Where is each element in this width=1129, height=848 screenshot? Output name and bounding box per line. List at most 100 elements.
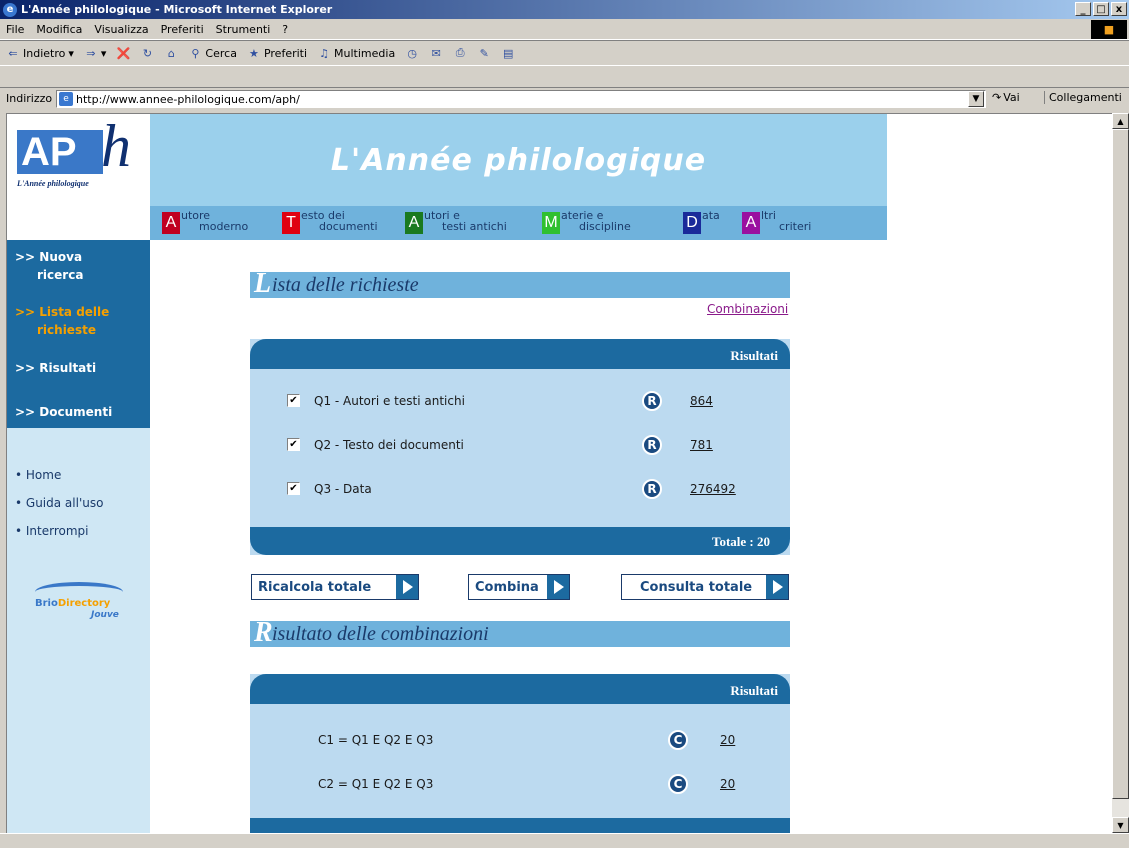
back-button[interactable]: ⇐ Indietro ▾ [6, 46, 74, 60]
stop-icon[interactable]: ❌ [116, 46, 131, 60]
button-label: Combina [475, 579, 539, 595]
media-icon: ♫ [319, 46, 329, 60]
menu-edit[interactable]: Modifica [36, 23, 82, 36]
nav-letter: A [742, 212, 760, 234]
combination-label: C2 = Q1 E Q2 E Q3 [318, 777, 434, 791]
nav-subjects[interactable]: M aterie e discipline [542, 210, 631, 236]
address-bar: Indirizzo e http://www.annee-philologiqu… [0, 87, 1129, 109]
results-header: Risultati [250, 674, 790, 704]
refine-icon[interactable]: R [642, 391, 662, 411]
forward-arrow-icon: ⇒ [86, 46, 96, 60]
total-footer: Totale : 20 [250, 527, 790, 555]
discuss-icon[interactable]: ▤ [501, 46, 515, 60]
banner-title: L'Année philologique [330, 142, 707, 178]
request-checkbox[interactable]: ✔ [287, 438, 300, 451]
address-input[interactable]: e http://www.annee-philologique.com/aph/ [56, 90, 986, 108]
go-button[interactable]: ↷ Vai [992, 91, 1020, 104]
request-count-link[interactable]: 276492 [690, 482, 736, 496]
nav-letter: D [683, 212, 701, 234]
nav-line2: moderno [199, 220, 249, 233]
menu-view[interactable]: Visualizza [94, 23, 148, 36]
nav-letter: A [162, 212, 180, 234]
toolbar: ⇐ Indietro ▾ ⇒ ▾ ❌ ↻ ⌂ ⚲ Cerca ★ Preferiti … [0, 40, 1129, 66]
play-arrow-icon [547, 575, 569, 599]
nav-line2: discipline [579, 220, 631, 233]
combination-icon[interactable]: C [668, 730, 688, 750]
scroll-thumb[interactable] [1112, 129, 1129, 799]
combination-label: C1 = Q1 E Q2 E Q3 [318, 733, 434, 747]
recalculate-total-button[interactable]: Ricalcola totale [251, 574, 419, 600]
request-checkbox[interactable]: ✔ [287, 482, 300, 495]
history-icon[interactable]: ◷ [405, 46, 419, 60]
combinations-link[interactable]: Combinazioni [707, 302, 788, 316]
nav-other-criteria[interactable]: A ltri criteri [742, 210, 811, 236]
guide-link[interactable]: • Guida all'uso [15, 496, 103, 510]
sidebar-item-label: >> Nuova [15, 250, 83, 264]
sidebar-item-results[interactable]: >> Risultati [15, 359, 96, 377]
sidebar-item-label: richieste [37, 323, 96, 337]
view-total-button[interactable]: Consulta totale [621, 574, 789, 600]
request-label: Q2 - Testo dei documenti [314, 438, 464, 452]
nav-date[interactable]: D ata [683, 210, 720, 236]
nav-letter: T [282, 212, 300, 234]
mail-icon[interactable]: ✉ [429, 46, 443, 60]
sidebar-item-new-search[interactable]: >> Nuova ricerca [15, 248, 83, 284]
stop-link[interactable]: • Interrompi [15, 524, 89, 538]
nav-letter: A [405, 212, 423, 234]
nav-line2: documenti [319, 220, 378, 233]
go-arrow-icon: ↷ [992, 91, 1002, 104]
address-url: http://www.annee-philologique.com/aph/ [76, 92, 300, 106]
home-icon[interactable]: ⌂ [164, 46, 178, 60]
nav-author-modern[interactable]: A utore moderno [162, 210, 248, 236]
menu-file[interactable]: File [6, 23, 24, 36]
heading-initial: L [254, 268, 272, 299]
heading-text: isultato delle combinazioni [272, 623, 489, 645]
sidebar-item-request-list[interactable]: >> Lista delle richieste [15, 303, 109, 339]
refine-icon[interactable]: R [642, 479, 662, 499]
scroll-up-icon[interactable]: ▲ [1112, 113, 1129, 129]
media-button[interactable]: ♫ Multimedia [317, 46, 395, 60]
scroll-down-icon[interactable]: ▼ [1112, 817, 1129, 833]
back-label: Indietro [23, 46, 66, 60]
menu-tools[interactable]: Strumenti [216, 23, 271, 36]
search-button[interactable]: ⚲ Cerca [188, 46, 237, 60]
combination-count-link[interactable]: 20 [720, 733, 735, 747]
favorites-button[interactable]: ★ Preferiti [247, 46, 307, 60]
combine-button[interactable]: Combina [468, 574, 570, 600]
favorites-icon: ★ [249, 46, 259, 60]
logo-h: h [101, 113, 131, 179]
play-arrow-icon [766, 575, 788, 599]
refresh-icon[interactable]: ↻ [140, 46, 154, 60]
minimize-button[interactable]: _ [1075, 2, 1091, 16]
heading-initial: R [254, 617, 273, 648]
refine-icon[interactable]: R [642, 435, 662, 455]
heading-text: ista delle richieste [272, 274, 419, 296]
address-dropdown-icon[interactable]: ▼ [968, 91, 984, 107]
nav-document-text[interactable]: T esto dei documenti [282, 210, 378, 236]
combination-count-link[interactable]: 20 [720, 777, 735, 791]
logo-ap: AP [17, 130, 103, 174]
search-label: Cerca [205, 46, 237, 60]
close-button[interactable]: x [1111, 2, 1127, 16]
edit-icon[interactable]: ✎ [477, 46, 491, 60]
request-checkbox[interactable]: ✔ [287, 394, 300, 407]
site-logo[interactable]: AP h L'Année philologique [7, 114, 150, 206]
request-count-link[interactable]: 864 [690, 394, 713, 408]
nav-ancient-authors[interactable]: A utori e testi antichi [405, 210, 507, 236]
go-label: Vai [1003, 91, 1020, 104]
print-icon[interactable]: ⎙ [453, 46, 467, 60]
home-link[interactable]: • Home [15, 468, 61, 482]
vertical-scrollbar[interactable]: ▲ ▼ [1112, 113, 1129, 833]
links-button[interactable]: Collegamenti [1044, 91, 1122, 104]
play-arrow-icon [396, 575, 418, 599]
combination-icon[interactable]: C [668, 774, 688, 794]
forward-button[interactable]: ⇒ ▾ [84, 46, 106, 60]
maximize-button[interactable]: □ [1093, 2, 1109, 16]
request-row: ✔ Q3 - Data R 276492 [250, 479, 790, 499]
request-row: ✔ Q1 - Autori e testi antichi R 864 [250, 391, 790, 411]
menu-help[interactable]: ? [282, 23, 288, 36]
menu-favorites[interactable]: Preferiti [161, 23, 204, 36]
sidebar-item-documents[interactable]: >> Documenti [15, 403, 112, 421]
sidebar-links: • Home • Guida all'uso • Interrompi [7, 428, 150, 833]
request-count-link[interactable]: 781 [690, 438, 713, 452]
